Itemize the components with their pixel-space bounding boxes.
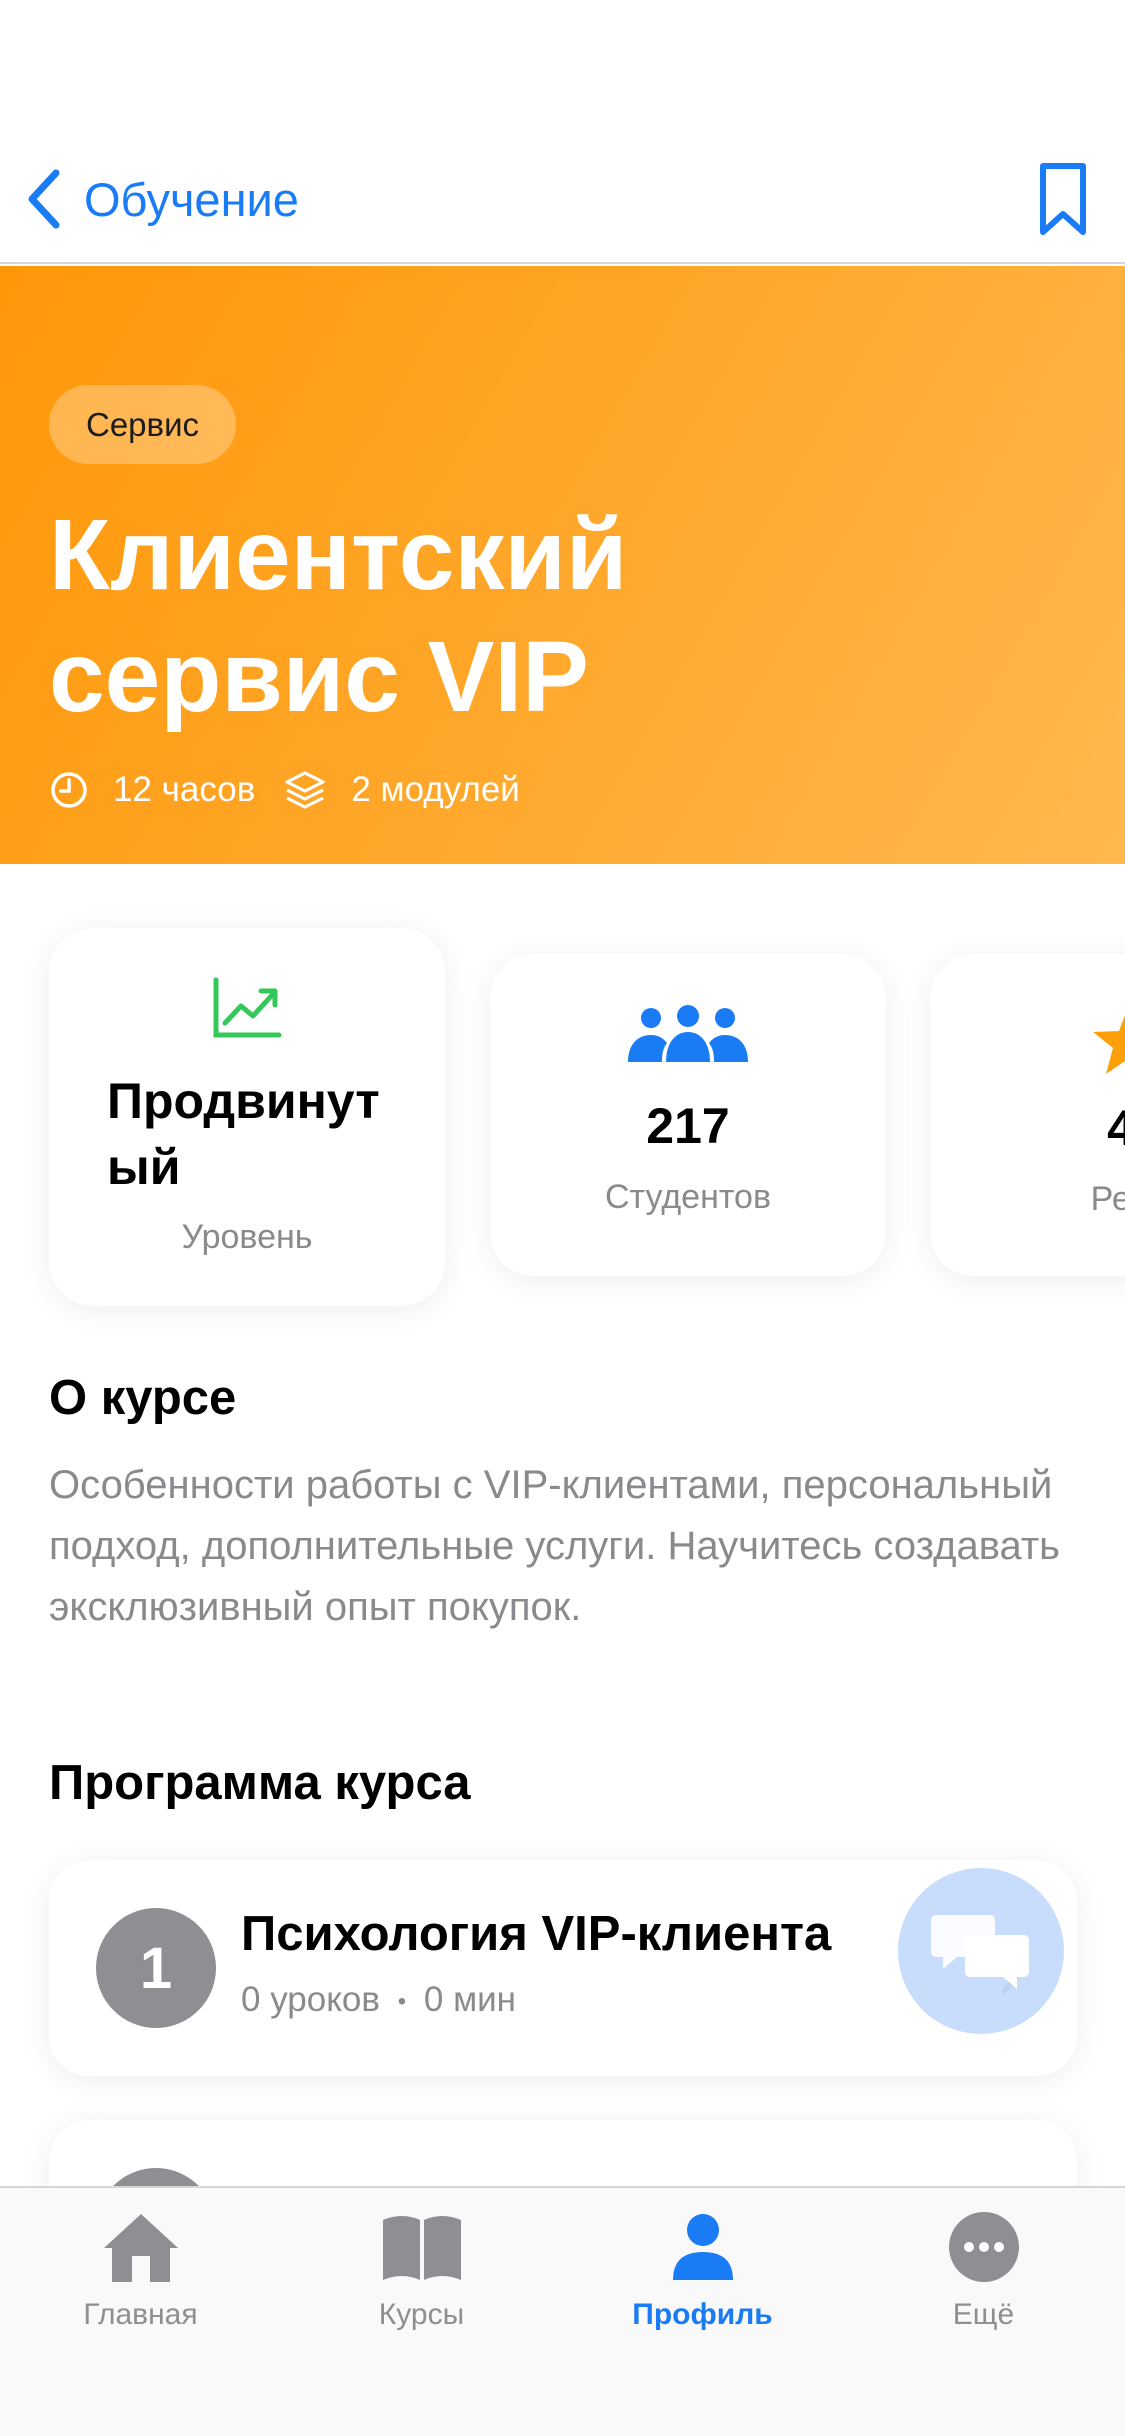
course-hero: Сервис Клиентский сервис VIP 12 часов 2 … [0,266,1125,864]
house-icon [103,2214,178,2282]
level-card: Продвинутый Уровень [49,928,445,1306]
person-icon [672,2214,733,2280]
bookmark-button[interactable] [1033,160,1093,240]
level-value: Продвинутый [107,1073,380,1195]
tab-more-label: Ещё [952,2298,1015,2331]
tab-profile[interactable]: Профиль [562,2206,843,2332]
course-detail-screen: Обучение Сервис Клиентский сервис VIP 12… [0,0,1125,2436]
back-button[interactable]: Обучение [24,164,299,234]
tab-courses-label: Курсы [378,2298,465,2331]
rating-caption: Рейт [1090,1180,1125,1218]
students-value: 217 [646,1098,730,1154]
program-heading: Программа курса [49,1756,471,1810]
modules-meta: 2 модулей [283,768,520,812]
chat-bubbles-icon [931,1915,1029,1989]
module-number: 1 [96,1908,216,2028]
rating-card: 4. Рейт [930,954,1125,1276]
about-description: Особенности работы с VIP-клиентами, перс… [49,1463,1061,1629]
module-subtitle: 0 уроков • 0 мин [241,1980,516,2020]
modules-count-text: 2 модулей [351,770,520,809]
rating-value: 4. [1107,1100,1125,1156]
book-icon [382,2216,461,2280]
module-separator: • [397,1987,407,2015]
layers-icon [285,771,325,809]
duration-meta: 12 часов [49,770,255,810]
tab-more[interactable]: Ещё [843,2206,1124,2332]
students-caption: Студентов [604,1178,772,1216]
people-icon [628,1005,748,1062]
trending-up-icon [213,977,282,1038]
back-button-label: Обучение [84,172,299,226]
star-icon [1093,1015,1125,1074]
tab-home[interactable]: Главная [0,2206,281,2332]
module-lessons: 0 уроков [241,1980,380,2019]
level-caption: Уровень [181,1218,313,1256]
chat-button[interactable] [898,1868,1064,2034]
category-badge: Сервис [49,385,237,464]
course-meta: 12 часов 2 модулей [49,768,548,812]
duration-text: 12 часов [113,770,256,809]
tab-courses[interactable]: Курсы [281,2206,562,2332]
chevron-left-icon [28,169,60,229]
course-title: Клиентский сервис VIP [49,499,628,733]
tab-profile-label: Профиль [632,2298,773,2331]
module-title: Психология VIP-клиента [241,1907,832,1961]
tab-home-label: Главная [83,2298,198,2331]
clock-icon [51,772,87,808]
course-stats: Продвинутый Уровень 217 Студентов 4. Рей… [0,900,1125,1340]
module-duration: 0 мин [423,1980,517,2019]
navigation-bar: Обучение [0,132,1125,264]
tab-bar: Главная Курсы Профиль Ещё [0,2186,1125,2436]
ellipsis-icon [948,2212,1019,2282]
about-heading: О курсе [49,1371,237,1425]
bookmark-icon [1040,163,1086,235]
students-card: 217 Студентов [490,954,886,1276]
